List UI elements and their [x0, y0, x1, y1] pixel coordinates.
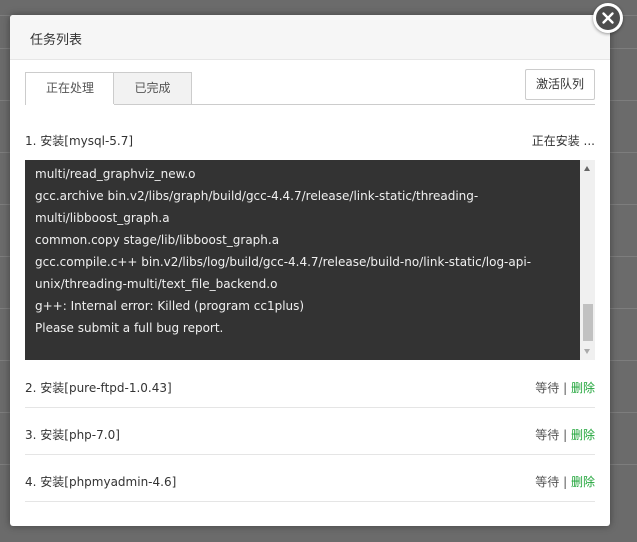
scroll-thumb[interactable]	[583, 304, 593, 341]
log-line: gcc.compile.c++ bin.v2/libs/log/build/gc…	[35, 255, 532, 269]
log-content: multi/read_graphviz_new.o gcc.archive bi…	[35, 163, 575, 339]
task-status: 等待	[535, 381, 560, 395]
dialog-title: 任务列表	[30, 33, 83, 48]
task-title: 1. 安装[mysql-5.7]	[25, 134, 134, 148]
action-separator: |	[563, 475, 568, 489]
row-divider	[25, 501, 595, 502]
log-line: multi/libboost_graph.a	[35, 211, 170, 225]
row-divider	[25, 454, 595, 455]
close-button[interactable]	[593, 3, 623, 33]
install-log[interactable]: multi/read_graphviz_new.o gcc.archive bi…	[25, 160, 595, 360]
tab-completed[interactable]: 已完成	[113, 72, 192, 104]
task-actions: 等待 | 删除	[535, 379, 595, 396]
row-divider	[25, 407, 595, 408]
action-separator: |	[563, 428, 568, 442]
dialog-header: 任务列表	[10, 15, 610, 60]
log-line: gcc.archive bin.v2/libs/graph/build/gcc-…	[35, 189, 479, 203]
scroll-down-arrow-icon[interactable]	[584, 349, 590, 354]
tab-bar: 正在处理 已完成	[25, 72, 595, 105]
close-icon	[596, 6, 620, 30]
task-list-dialog: 任务列表 正在处理 已完成 激活队列 1. 安装[mysql-5.7] 正在安装…	[10, 15, 610, 526]
log-line: common.copy stage/lib/libboost_graph.a	[35, 233, 280, 247]
scroll-up-arrow-icon[interactable]	[584, 166, 590, 171]
task-status: 等待	[535, 428, 560, 442]
task-status: 正在安装 ...	[531, 134, 595, 148]
log-line: unix/threading-multi/text_file_backend.o	[35, 277, 278, 291]
task-actions: 等待 | 删除	[535, 426, 595, 443]
task-actions: 等待 | 删除	[535, 473, 595, 490]
tab-processing[interactable]: 正在处理	[25, 72, 115, 105]
log-line: g++: Internal error: Killed (program cc1…	[35, 299, 305, 313]
activate-queue-button[interactable]: 激活队列	[525, 69, 595, 100]
task-status: 等待	[535, 475, 560, 489]
log-line: multi/read_graphviz_new.o	[35, 167, 196, 181]
delete-link[interactable]: 删除	[571, 428, 595, 442]
log-scrollbar[interactable]	[580, 160, 595, 360]
delete-link[interactable]: 删除	[571, 475, 595, 489]
delete-link[interactable]: 删除	[571, 381, 595, 395]
log-line: Please submit a full bug report.	[35, 321, 224, 335]
task-title: 4. 安装[phpmyadmin-4.6]	[25, 475, 177, 489]
task-title: 3. 安装[php-7.0]	[25, 428, 120, 442]
action-separator: |	[563, 381, 568, 395]
task-title: 2. 安装[pure-ftpd-1.0.43]	[25, 381, 172, 395]
